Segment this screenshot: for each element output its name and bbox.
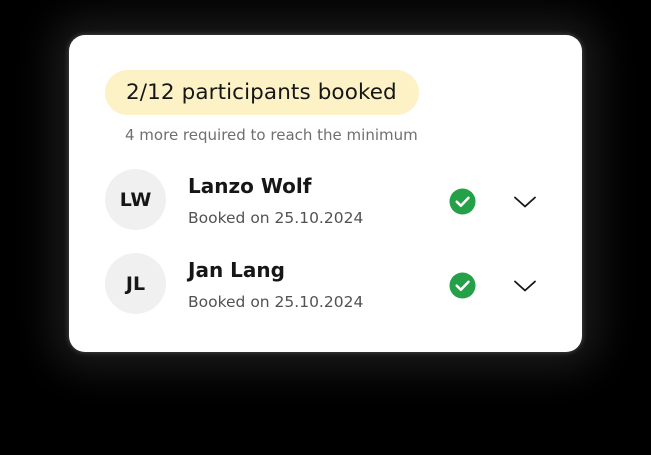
avatar-initials: JL: [125, 272, 146, 295]
check-circle-icon: [449, 188, 476, 215]
participant-row: LW Lanzo Wolf Booked on 25.10.2024: [105, 169, 547, 233]
participant-name: Jan Lang: [188, 258, 285, 282]
avatar-initials: LW: [119, 188, 152, 211]
booked-date-text: Booked on 25.10.2024: [188, 209, 364, 227]
participants-card: 2/12 participants booked 4 more required…: [69, 35, 582, 352]
chevron-down-icon[interactable]: [512, 189, 538, 215]
participant-row: JL Jan Lang Booked on 25.10.2024: [105, 253, 547, 317]
chevron-down-icon[interactable]: [512, 273, 538, 299]
screen-background: 2/12 participants booked 4 more required…: [0, 0, 651, 455]
check-circle-icon: [449, 272, 476, 299]
booked-date-text: Booked on 25.10.2024: [188, 293, 364, 311]
participants-count-badge: 2/12 participants booked: [105, 70, 419, 115]
avatar: LW: [105, 169, 166, 230]
participant-name: Lanzo Wolf: [188, 174, 312, 198]
avatar: JL: [105, 253, 166, 314]
participants-count-text: 2/12 participants booked: [126, 80, 397, 105]
minimum-requirement-text: 4 more required to reach the minimum: [125, 126, 418, 144]
